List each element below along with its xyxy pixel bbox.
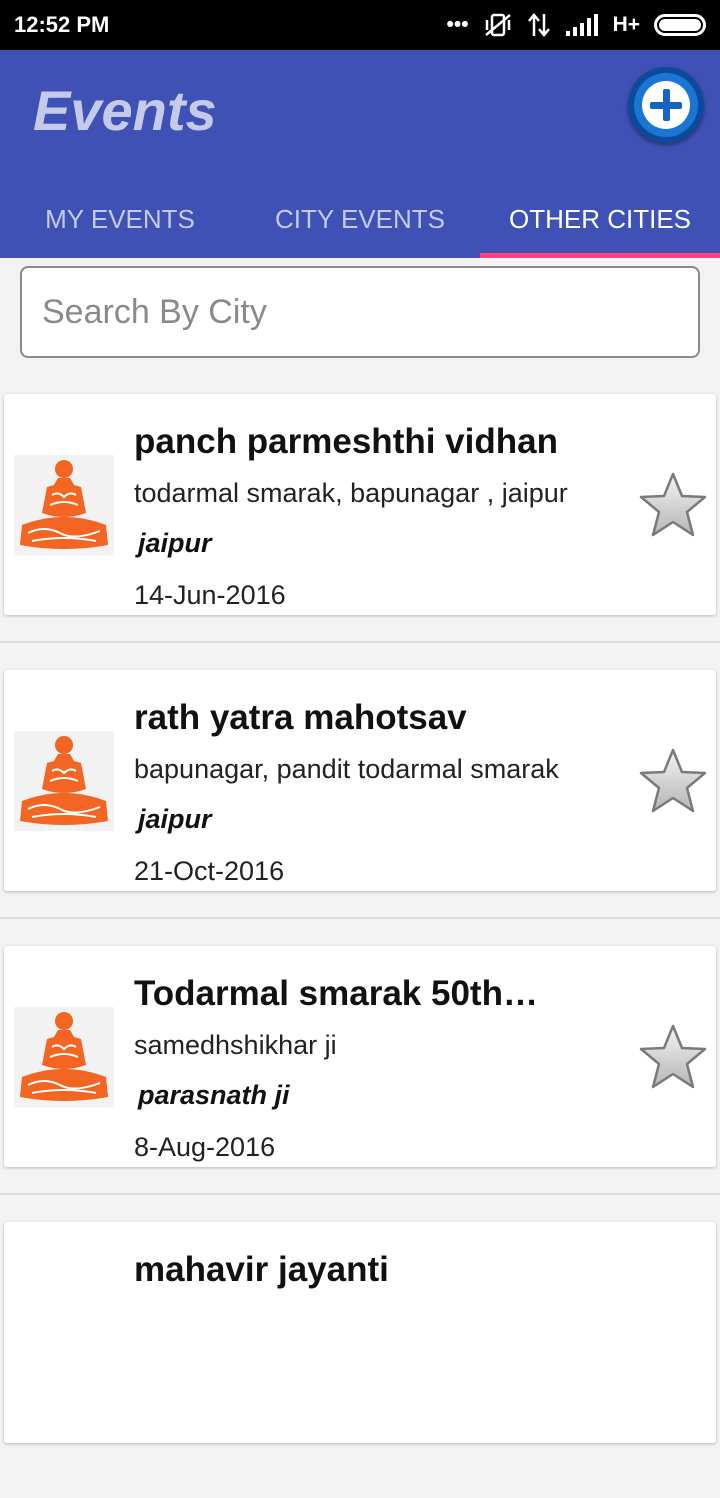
- divider: [0, 641, 720, 643]
- search-box: [20, 266, 700, 358]
- status-bar: 12:52 PM ••• H+: [0, 0, 720, 50]
- event-date: 8-Aug-2016: [134, 1132, 276, 1162]
- favorite-star-icon[interactable]: [638, 1022, 708, 1092]
- event-thumbnail: [14, 1007, 114, 1107]
- event-thumbnail: [14, 731, 114, 831]
- event-title: panch parmeshthi vidhan: [134, 422, 558, 461]
- signal-icon: [565, 14, 598, 36]
- app-bar: Events MY EVENTS CITY EVENTS OTHER CITIE…: [0, 50, 720, 258]
- event-date: 14-Jun-2016: [134, 580, 286, 610]
- page-title: Events: [33, 79, 217, 142]
- event-date: 21-Oct-2016: [134, 856, 285, 886]
- list-item: mahavir jayanti: [0, 1222, 720, 1498]
- list-item: Todarmal smarak 50th… samedhshikhar ji p…: [0, 946, 720, 1222]
- event-address: todarmal smarak, bapunagar , jaipur: [134, 478, 568, 508]
- search-input[interactable]: [40, 291, 698, 333]
- status-time: 12:52 PM: [14, 12, 110, 37]
- tab-bar: MY EVENTS CITY EVENTS OTHER CITIES: [0, 180, 720, 258]
- list-item: rath yatra mahotsav bapunagar, pandit to…: [0, 670, 720, 946]
- tab-my-events[interactable]: MY EVENTS: [0, 180, 240, 258]
- plus-icon: [642, 81, 690, 129]
- event-city: jaipur: [138, 804, 212, 834]
- event-city: jaipur: [138, 528, 212, 558]
- event-address: samedhshikhar ji: [134, 1030, 337, 1060]
- network-type: H+: [612, 13, 640, 36]
- status-icons: ••• H+: [446, 12, 706, 38]
- event-city: parasnath ji: [138, 1080, 290, 1110]
- tab-other-cities[interactable]: OTHER CITIES: [480, 180, 720, 258]
- event-thumbnail: [14, 455, 114, 555]
- favorite-star-icon[interactable]: [638, 746, 708, 816]
- divider: [0, 1193, 720, 1195]
- vibrate-icon: [484, 13, 511, 37]
- event-card[interactable]: mahavir jayanti: [4, 1222, 716, 1443]
- event-title: Todarmal smarak 50th…: [134, 974, 538, 1013]
- event-title: rath yatra mahotsav: [134, 698, 467, 737]
- more-notifications-icon: •••: [446, 13, 469, 36]
- event-title: mahavir jayanti: [134, 1250, 389, 1289]
- add-event-button[interactable]: [628, 67, 704, 143]
- divider: [0, 917, 720, 919]
- event-list: panch parmeshthi vidhan todarmal smarak,…: [0, 394, 720, 1498]
- event-card[interactable]: Todarmal smarak 50th… samedhshikhar ji p…: [4, 946, 716, 1167]
- favorite-star-icon[interactable]: [638, 470, 708, 540]
- event-address: bapunagar, pandit todarmal smarak: [134, 754, 559, 784]
- event-card[interactable]: rath yatra mahotsav bapunagar, pandit to…: [4, 670, 716, 891]
- event-card[interactable]: panch parmeshthi vidhan todarmal smarak,…: [4, 394, 716, 615]
- tab-city-events[interactable]: CITY EVENTS: [240, 180, 480, 258]
- list-item: panch parmeshthi vidhan todarmal smarak,…: [0, 394, 720, 670]
- data-transfer-icon: [527, 13, 550, 37]
- battery-icon: [654, 14, 706, 36]
